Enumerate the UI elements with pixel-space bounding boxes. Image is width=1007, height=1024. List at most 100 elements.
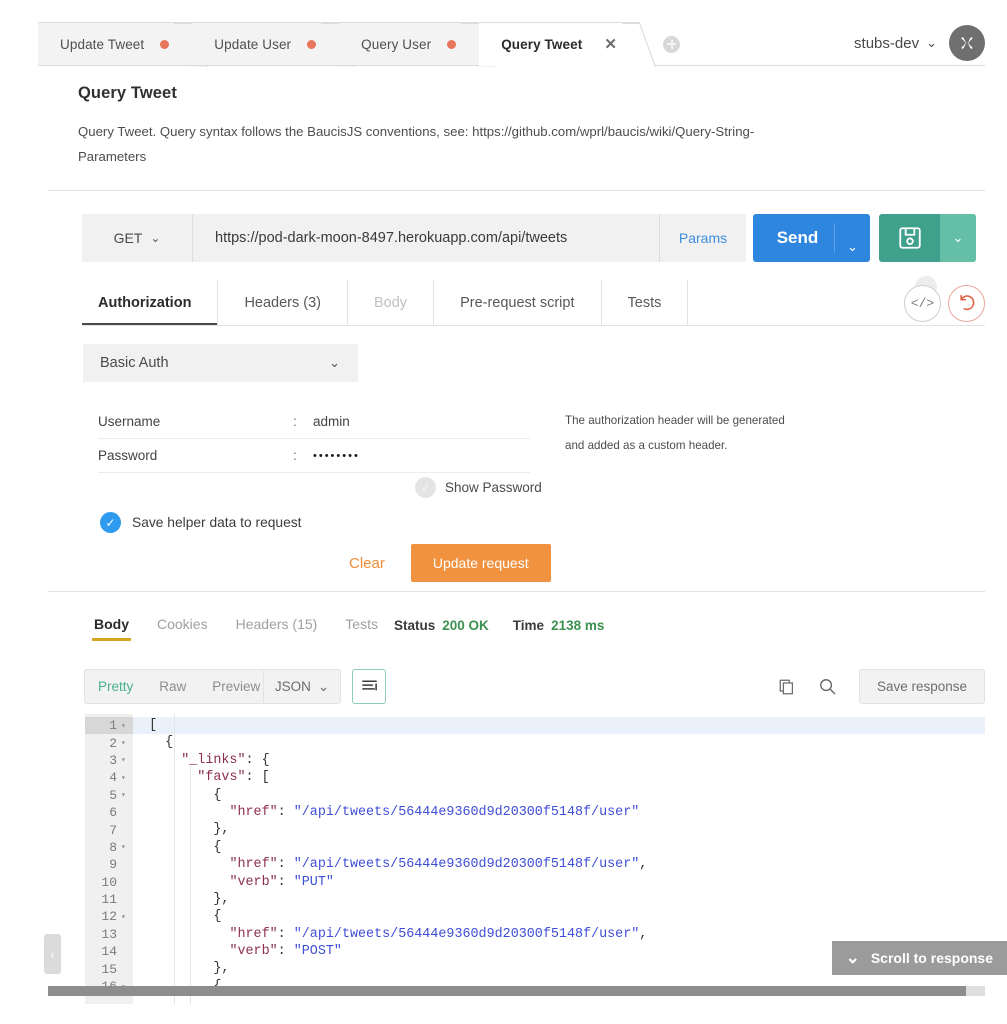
scrollbar-thumb[interactable]: [48, 986, 967, 996]
code-line: "href": "/api/tweets/56444e9360d9d20300f…: [133, 804, 985, 821]
line-number-value: 7: [109, 822, 117, 838]
request-tab-4[interactable]: Query Tweet ✕: [479, 22, 656, 67]
tab-label: Pre-request script: [460, 295, 575, 311]
request-section-tab-tests[interactable]: Tests: [602, 280, 689, 326]
close-icon[interactable]: ✕: [604, 37, 617, 52]
fold-triangle-icon[interactable]: ▾: [121, 721, 128, 731]
copy-icon[interactable]: [778, 678, 796, 696]
response-language-selector[interactable]: JSON ⌄: [263, 669, 341, 704]
fold-triangle-icon[interactable]: ▾: [121, 912, 128, 922]
code-token-pun: },: [213, 891, 230, 907]
auth-type-selector[interactable]: Basic Auth ⌄: [83, 344, 358, 382]
line-number: 10: [85, 874, 133, 891]
line-number: 4 ▾: [85, 769, 133, 786]
code-token-pun: : {: [245, 752, 270, 768]
page-title: Query Tweet: [78, 84, 177, 102]
code-token-pun: },: [213, 822, 230, 838]
chevron-down-icon[interactable]: ⌄: [926, 35, 937, 51]
line-number-value: 14: [101, 944, 117, 960]
code-brackets-icon[interactable]: </>: [904, 284, 941, 322]
fold-triangle-icon[interactable]: ▾: [121, 773, 128, 783]
username-input[interactable]: admin: [313, 414, 530, 429]
update-request-button[interactable]: Update request: [410, 544, 551, 582]
code-line: "href": "/api/tweets/56444e9360d9d20300f…: [133, 856, 985, 873]
unsaved-changes-dot-icon: [160, 40, 170, 49]
line-number-value: 9: [109, 857, 117, 873]
code-token-str: "/api/tweets/56444e9360d9d20300f5148f/us…: [293, 804, 640, 820]
response-tab-body[interactable]: Body: [92, 616, 131, 641]
horizontal-scrollbar[interactable]: [48, 986, 985, 996]
line-number: 15: [85, 960, 133, 977]
save-response-button[interactable]: Save response: [858, 669, 985, 704]
code-token-str: "POST": [293, 944, 342, 960]
postman-app-window: Update Tweet Update User Query User Query T…: [0, 0, 1007, 1024]
request-tab-3[interactable]: Query User: [339, 22, 496, 67]
fold-triangle-icon[interactable]: ▾: [121, 738, 128, 748]
code-token-pun: ,: [639, 857, 648, 873]
request-tab-2[interactable]: Update User: [192, 22, 356, 67]
request-doc-header: Query Tweet Query Tweet. Query syntax fo…: [78, 84, 887, 169]
send-options-chevron-down-icon[interactable]: ⌄: [834, 223, 870, 254]
tab-label: Headers (3): [244, 295, 321, 311]
save-options-chevron-down-icon[interactable]: ⌄: [940, 214, 976, 262]
fold-triangle-icon[interactable]: ▾: [121, 790, 128, 800]
chevron-down-icon: ⌄: [150, 231, 161, 245]
http-method-label: GET: [113, 230, 143, 246]
request-tabs-list: Update Tweet Update User Query User Query T…: [38, 22, 686, 67]
password-input[interactable]: ••••••••: [313, 450, 530, 462]
response-format-pretty[interactable]: Pretty: [85, 670, 146, 703]
request-url-bar: GET ⌄ https://pod-dark-moon-8497.herokua…: [82, 214, 976, 262]
account-area: stubs-dev ⌄: [854, 22, 985, 64]
save-helper-data-toggle[interactable]: ✓ Save helper data to request: [100, 512, 302, 533]
line-number-value: 11: [101, 892, 117, 908]
code-token-str: "/api/tweets/56444e9360d9d20300f5148f/us…: [293, 857, 640, 873]
line-number-value: 13: [101, 926, 117, 942]
page-description: Query Tweet. Query syntax follows the Ba…: [78, 124, 755, 164]
line-number: 7: [85, 821, 133, 838]
http-method-selector[interactable]: GET ⌄: [82, 214, 192, 262]
send-button[interactable]: Send ⌄: [753, 214, 870, 262]
save-request-button[interactable]: ⌄: [879, 214, 976, 262]
fold-triangle-icon[interactable]: ▾: [121, 842, 128, 852]
fold-triangle-icon[interactable]: ▾: [121, 755, 128, 765]
sidebar-collapse-handle[interactable]: ‹: [44, 934, 61, 974]
line-number-gutter: 1▾2▾3▾4▾5▾678▾9101112▾13141516▾: [85, 714, 133, 1004]
indent-guide: [190, 766, 191, 1004]
clear-button[interactable]: Clear: [345, 547, 389, 580]
url-input[interactable]: https://pod-dark-moon-8497.herokuapp.com…: [192, 214, 659, 262]
search-icon[interactable]: [818, 677, 837, 696]
avatar[interactable]: [949, 25, 985, 61]
line-number: 6: [85, 804, 133, 821]
response-language-label: JSON: [274, 679, 311, 694]
auth-field-row: Password: ••••••••: [98, 439, 530, 473]
show-password-toggle[interactable]: ✓ Show Password: [415, 477, 542, 498]
response-tabs: Body Cookies Headers (15) Tests: [92, 616, 378, 641]
code-token-key: "href": [229, 857, 278, 873]
request-section-tab-authorization[interactable]: Authorization: [82, 280, 219, 326]
checkbox-unchecked-icon: ✓: [415, 477, 436, 498]
response-tab-tests[interactable]: Tests: [345, 616, 378, 641]
workspace-name[interactable]: stubs-dev: [854, 35, 919, 52]
request-tab-1[interactable]: Update Tweet: [38, 22, 209, 67]
word-wrap-icon[interactable]: [352, 669, 386, 704]
time-label: Time: [512, 618, 545, 633]
request-section-tab-headers-3[interactable]: Headers (3): [218, 280, 348, 326]
time-value: 2138 ms: [551, 618, 605, 633]
request-section-tab-pre-request-script[interactable]: Pre-request script: [434, 280, 602, 326]
line-number-value: 2: [109, 735, 117, 751]
line-number: 9: [85, 856, 133, 873]
code-line: },: [133, 821, 985, 838]
response-tab-headers-15[interactable]: Headers (15): [236, 616, 318, 641]
status-label: Status: [394, 618, 436, 633]
scroll-to-response-button[interactable]: ⌄ Scroll to response: [831, 941, 1007, 975]
floppy-disk-icon: [879, 225, 940, 251]
undo-reset-icon[interactable]: [948, 284, 985, 322]
tab-label: Body: [374, 295, 408, 311]
response-format-raw[interactable]: Raw: [146, 670, 199, 703]
params-button[interactable]: Params: [659, 214, 746, 262]
code-token-key: "favs": [197, 770, 246, 786]
code-token-key: "href": [229, 804, 278, 820]
response-tab-cookies[interactable]: Cookies: [157, 616, 208, 641]
